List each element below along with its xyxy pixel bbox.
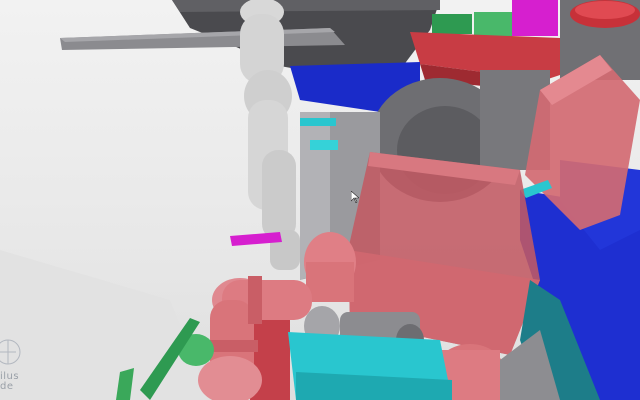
pipe-flange-1 xyxy=(248,276,262,324)
mannequin-shin xyxy=(262,150,296,240)
cyan-bracket-upper[interactable] xyxy=(300,118,336,126)
magenta-block[interactable] xyxy=(512,0,558,36)
cyan-pipe-small[interactable] xyxy=(310,140,338,150)
pipe-flange-2 xyxy=(208,340,258,352)
green-block-small[interactable] xyxy=(432,14,472,34)
ceiling-structure-face xyxy=(172,0,440,12)
3d-viewport[interactable]: ilus de xyxy=(0,0,640,400)
red-disc-top xyxy=(575,1,635,19)
pipe-vertical-center xyxy=(306,262,354,302)
plant-3d-model[interactable] xyxy=(0,0,640,400)
green-block[interactable] xyxy=(474,12,512,38)
mouse-pointer-icon xyxy=(351,191,359,203)
watermark-text: ilus de xyxy=(0,371,20,392)
